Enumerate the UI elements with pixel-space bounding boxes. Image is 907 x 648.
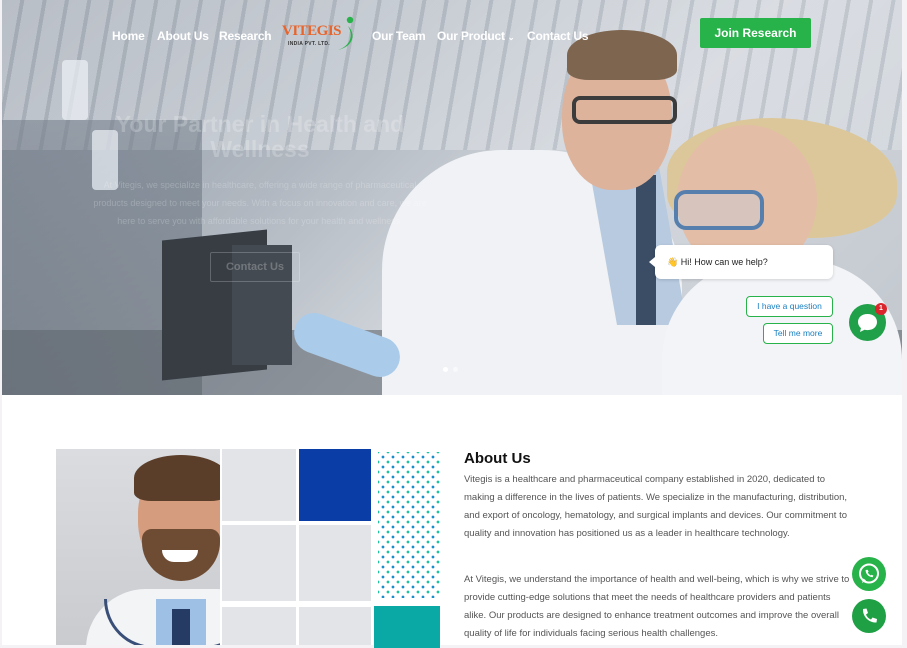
chat-greeting-bubble[interactable]: 👋 Hi! How can we help?: [649, 245, 833, 279]
decor-blue-square: [299, 449, 371, 521]
hero-text-block: Your Partner in Health and Wellness At V…: [90, 111, 430, 282]
chevron-down-icon: ⌄: [507, 33, 515, 42]
about-paragraph-2: At Vitegis, we understand the importance…: [464, 574, 850, 639]
call-button[interactable]: [852, 599, 886, 633]
join-research-button[interactable]: Join Research: [700, 18, 811, 48]
whatsapp-button[interactable]: [852, 557, 886, 591]
decor-dot-pattern: [378, 452, 440, 598]
decor-teal-square: [374, 606, 440, 648]
logo-subtitle: INDIA PVT. LTD.: [288, 41, 330, 47]
slider-dots: [443, 367, 458, 372]
logo-swoosh-icon: [338, 16, 354, 50]
doctor-portrait: [56, 449, 220, 645]
slider-dot[interactable]: [443, 367, 448, 372]
nav-contact-us[interactable]: Contact Us: [527, 29, 589, 43]
collage-tile: [222, 449, 296, 521]
about-title: About Us: [464, 450, 531, 467]
nav-home[interactable]: Home: [112, 29, 145, 43]
collage-tile: [299, 525, 371, 601]
hero-contact-button[interactable]: Contact Us: [210, 252, 300, 282]
collage-tile: [222, 525, 296, 601]
chat-unread-badge: 1: [875, 303, 887, 315]
whatsapp-icon: [859, 563, 879, 584]
chat-option-question[interactable]: I have a question: [746, 296, 833, 317]
nav-our-team[interactable]: Our Team: [372, 29, 426, 43]
hero-title: Your Partner in Health and Wellness: [115, 111, 405, 162]
portrait-hair: [134, 455, 220, 501]
site-logo[interactable]: VITEGIS INDIA PVT. LTD.: [282, 16, 362, 56]
nav-research[interactable]: Research: [219, 29, 272, 43]
nav-about-us[interactable]: About Us: [157, 29, 209, 43]
slider-dot[interactable]: [453, 367, 458, 372]
chat-option-tell-more[interactable]: Tell me more: [763, 323, 833, 344]
about-paragraph-1: Vitegis is a healthcare and pharmaceutic…: [464, 474, 848, 539]
collage-tile: [299, 607, 371, 645]
logo-wordmark: VITEGIS: [282, 23, 342, 39]
nav-our-product[interactable]: Our Product ⌄: [437, 29, 515, 43]
phone-icon: [862, 608, 877, 623]
collage-tile: [222, 607, 296, 645]
nav-our-product-label: Our Product: [437, 29, 505, 43]
hero-description: At Vitegis, we specialize in healthcare,…: [93, 180, 427, 226]
main-nav: Home About Us Research VITEGIS INDIA PVT…: [0, 0, 907, 70]
